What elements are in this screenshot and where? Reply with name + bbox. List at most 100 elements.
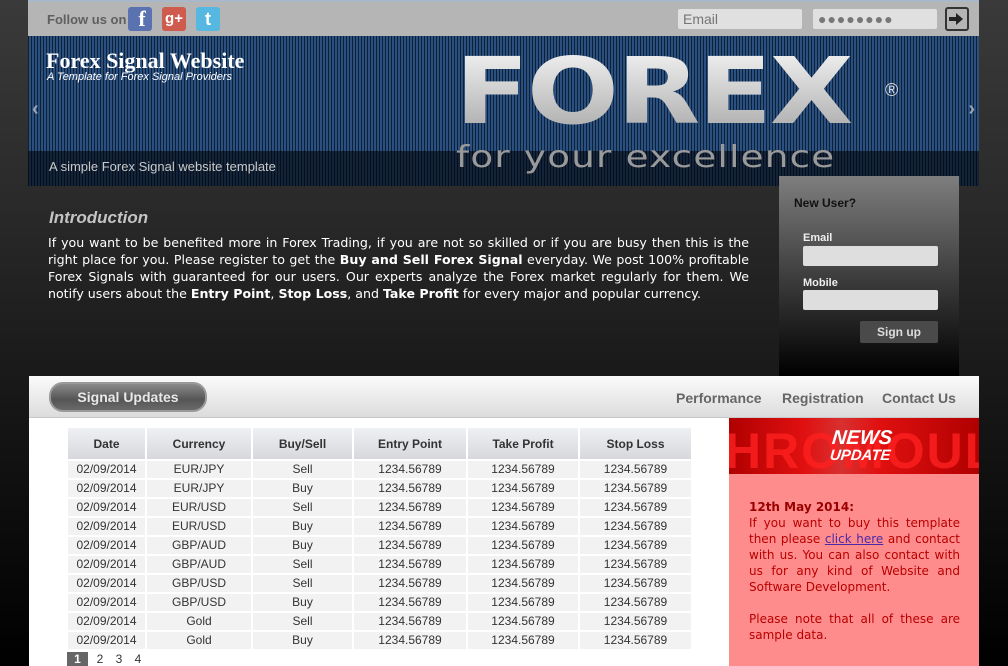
intro-bold-4: Take Profit xyxy=(382,286,459,301)
cell-take-profit: 1234.56789 xyxy=(468,613,578,630)
news-badge-line2: UPDATE xyxy=(829,447,892,464)
header-entry-point: Entry Point xyxy=(354,428,466,459)
table-row: 02/09/2014 GBP/USD Buy 1234.56789 1234.56789… xyxy=(68,594,691,611)
cell-date: 02/09/2014 xyxy=(68,575,145,592)
page-1[interactable]: 1 xyxy=(67,652,88,666)
header-buy-sell: Buy/Sell xyxy=(253,428,352,459)
cell-entry-point: 1234.56789 xyxy=(354,575,466,592)
cell-stop-loss: 1234.56789 xyxy=(580,632,691,649)
news-update-badge: NEWS UPDATE xyxy=(829,427,894,464)
table-row: 02/09/2014 EUR/USD Sell 1234.56789 1234.5678… xyxy=(68,499,691,516)
login-button[interactable] xyxy=(945,7,969,31)
cell-date: 02/09/2014 xyxy=(68,461,145,478)
logo-tagline: for your excellence xyxy=(456,140,836,175)
nav-registration[interactable]: Registration xyxy=(782,390,864,406)
login-email-input[interactable] xyxy=(678,9,802,29)
twitter-icon[interactable]: t xyxy=(196,7,220,31)
login-password-input[interactable] xyxy=(813,9,937,29)
page-4[interactable]: 4 xyxy=(129,652,147,666)
forex-logo: FOREX xyxy=(455,38,853,145)
cell-take-profit: 1234.56789 xyxy=(468,575,578,592)
cell-currency: EUR/JPY xyxy=(147,461,251,478)
cell-stop-loss: 1234.56789 xyxy=(580,613,691,630)
cell-date: 02/09/2014 xyxy=(68,594,145,611)
nav-contact-us[interactable]: Contact Us xyxy=(882,390,956,406)
intro-bold-2: Entry Point xyxy=(190,286,271,301)
slider-next-arrow-icon[interactable]: › xyxy=(968,98,975,121)
cell-entry-point: 1234.56789 xyxy=(354,461,466,478)
signup-title: New User? xyxy=(794,196,857,210)
cell-currency: GBP/USD xyxy=(147,594,251,611)
cell-take-profit: 1234.56789 xyxy=(468,556,578,573)
header-date: Date xyxy=(68,428,145,459)
signup-button[interactable]: Sign up xyxy=(860,321,938,343)
cell-entry-point: 1234.56789 xyxy=(354,480,466,497)
google-plus-icon[interactable]: g+ xyxy=(162,7,186,31)
cell-take-profit: 1234.56789 xyxy=(468,632,578,649)
cell-currency: Gold xyxy=(147,632,251,649)
table-row: 02/09/2014 Gold Sell 1234.56789 1234.56789 12… xyxy=(68,613,691,630)
intro-text-4: , and xyxy=(347,286,383,301)
cell-date: 02/09/2014 xyxy=(68,518,145,535)
table-row: 02/09/2014 Gold Buy 1234.56789 1234.56789 123… xyxy=(68,632,691,649)
table-header-row: Date Currency Buy/Sell Entry Point Take … xyxy=(68,428,691,459)
registered-mark: ® xyxy=(885,80,899,100)
cell-buy-sell: Sell xyxy=(253,575,352,592)
cell-date: 02/09/2014 xyxy=(68,632,145,649)
cell-stop-loss: 1234.56789 xyxy=(580,480,691,497)
cell-stop-loss: 1234.56789 xyxy=(580,461,691,478)
cell-date: 02/09/2014 xyxy=(68,480,145,497)
cell-buy-sell: Sell xyxy=(253,461,352,478)
page-2[interactable]: 2 xyxy=(91,652,109,666)
slider-prev-arrow-icon[interactable]: ‹ xyxy=(32,98,39,121)
tab-signal-updates[interactable]: Signal Updates xyxy=(49,382,207,412)
table-row: 02/09/2014 EUR/JPY Buy 1234.56789 1234.56789… xyxy=(68,480,691,497)
cell-buy-sell: Sell xyxy=(253,499,352,516)
cell-entry-point: 1234.56789 xyxy=(354,556,466,573)
signup-email-input[interactable] xyxy=(803,246,938,266)
cell-currency: Gold xyxy=(147,613,251,630)
cell-currency: GBP/USD xyxy=(147,575,251,592)
table-row: 02/09/2014 GBP/AUD Buy 1234.56789 1234.56789… xyxy=(68,537,691,554)
cell-stop-loss: 1234.56789 xyxy=(580,518,691,535)
section-nav: Signal Updates Performance Registration … xyxy=(29,376,979,418)
cell-buy-sell: Buy xyxy=(253,518,352,535)
cell-buy-sell: Sell xyxy=(253,556,352,573)
cell-stop-loss: 1234.56789 xyxy=(580,499,691,516)
cell-date: 02/09/2014 xyxy=(68,499,145,516)
click-here-link[interactable]: click here xyxy=(825,532,883,546)
nav-performance[interactable]: Performance xyxy=(676,390,762,406)
header-take-profit: Take Profit xyxy=(468,428,578,459)
intro-bold-1: Buy and Sell Forex Signal xyxy=(339,252,523,267)
news-badge-line1: NEWS xyxy=(830,427,894,449)
cell-stop-loss: 1234.56789 xyxy=(580,556,691,573)
cell-entry-point: 1234.56789 xyxy=(354,632,466,649)
table-row: 02/09/2014 EUR/USD Buy 1234.56789 1234.56789… xyxy=(68,518,691,535)
hero-banner: Forex Signal Website A Template for Fore… xyxy=(28,36,979,186)
intro-heading: Introduction xyxy=(49,208,149,227)
signup-mobile-input[interactable] xyxy=(803,290,938,310)
cell-buy-sell: Sell xyxy=(253,613,352,630)
news-paragraph: If you want to buy this template then pl… xyxy=(749,515,960,595)
sign-in-icon xyxy=(949,13,963,25)
intro-paragraph: If you want to be benefited more in Fore… xyxy=(48,234,749,302)
header-stop-loss: Stop Loss xyxy=(580,428,691,459)
cell-take-profit: 1234.56789 xyxy=(468,594,578,611)
signals-content: Date Currency Buy/Sell Entry Point Take … xyxy=(29,418,729,666)
cell-currency: GBP/AUD xyxy=(147,537,251,554)
cell-buy-sell: Buy xyxy=(253,594,352,611)
news-note: Please note that all of these are sample… xyxy=(749,612,960,642)
cell-date: 02/09/2014 xyxy=(68,613,145,630)
facebook-icon[interactable]: f xyxy=(128,7,152,31)
cell-stop-loss: 1234.56789 xyxy=(580,594,691,611)
cell-currency: EUR/USD xyxy=(147,499,251,516)
cell-stop-loss: 1234.56789 xyxy=(580,575,691,592)
cell-entry-point: 1234.56789 xyxy=(354,594,466,611)
intro-text-5: for every major and popular currency. xyxy=(458,286,701,301)
cell-date: 02/09/2014 xyxy=(68,537,145,554)
follow-us-label: Follow us on xyxy=(47,12,127,27)
news-date: 12th May 2014: xyxy=(749,500,855,514)
page-3[interactable]: 3 xyxy=(110,652,128,666)
site-subtitle: A Template for Forex Signal Providers xyxy=(47,71,233,83)
signup-email-label: Email xyxy=(803,232,833,244)
